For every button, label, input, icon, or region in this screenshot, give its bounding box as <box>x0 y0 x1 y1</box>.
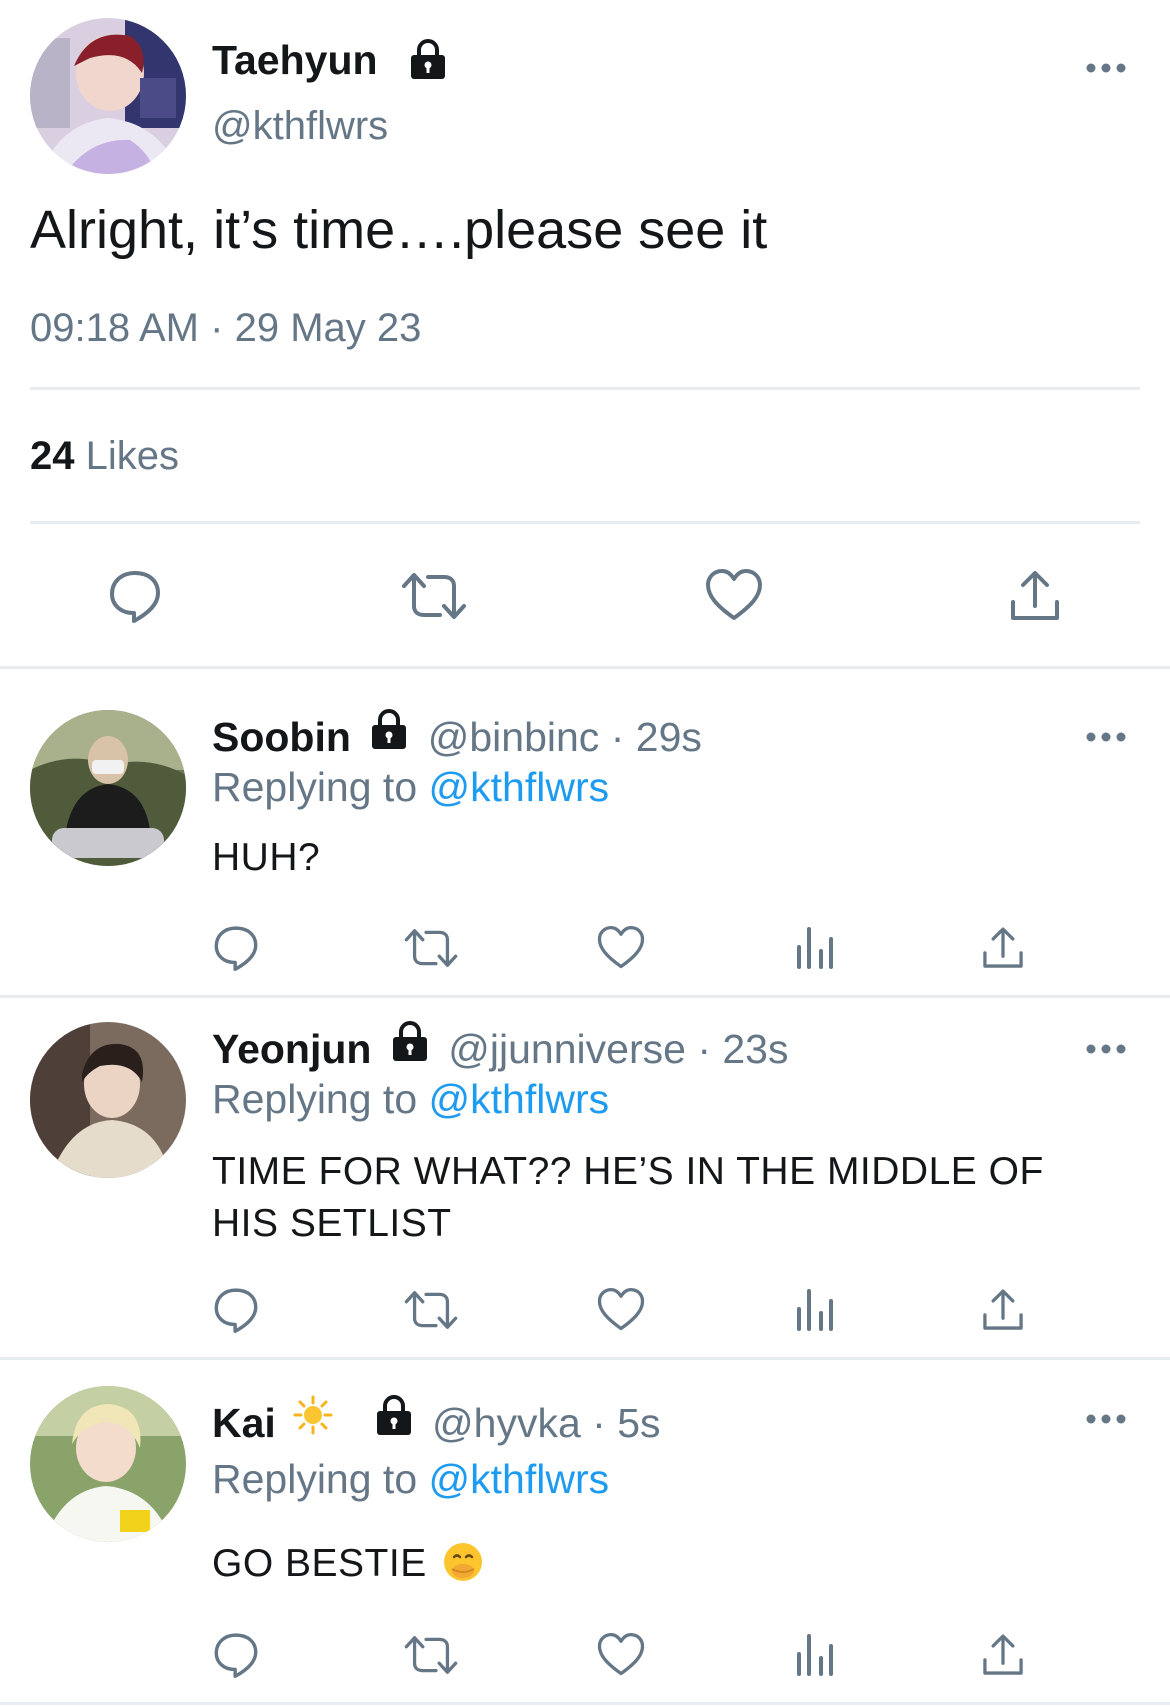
replying-to-link[interactable]: @kthflwrs <box>429 764 610 810</box>
reply-author-handle[interactable]: @hyvka <box>432 1400 581 1446</box>
reply-text: TIME FOR WHAT?? HE’S IN THE MIDDLE OF HI… <box>212 1150 1044 1245</box>
lock-icon <box>368 708 410 760</box>
tweet-text: Alright, it’s time….please see it <box>30 200 768 260</box>
replying-to-link[interactable]: @kthflwrs <box>429 1076 610 1122</box>
section-divider <box>0 666 1170 669</box>
author-name[interactable]: Taehyun <box>212 35 378 85</box>
reply-icon[interactable] <box>212 923 260 976</box>
reply-author-handle[interactable]: @jjunniverse <box>448 1026 686 1072</box>
section-divider <box>0 1702 1170 1705</box>
reply-header: Kai @hyvka · 5s <box>212 1394 661 1452</box>
reply-author-handle[interactable]: @binbinc <box>428 714 600 760</box>
reply-age[interactable]: 29s <box>636 714 702 760</box>
hand-over-mouth-emoji <box>442 1541 484 1583</box>
share-icon[interactable] <box>1007 568 1063 629</box>
heart-icon[interactable] <box>597 1632 645 1682</box>
tweet-timestamp[interactable]: 09:18 AM · 29 May 23 <box>30 304 421 352</box>
share-icon[interactable] <box>980 1632 1026 1683</box>
more-options-icon[interactable] <box>1086 1043 1126 1055</box>
reply-author-name[interactable]: Soobin <box>212 714 351 760</box>
divider <box>30 521 1140 524</box>
analytics-icon[interactable] <box>795 1287 835 1336</box>
divider <box>30 387 1140 390</box>
author-handle[interactable]: @kthflwrs <box>212 102 388 150</box>
lock-icon <box>373 1394 415 1446</box>
retweet-icon[interactable] <box>403 1632 459 1683</box>
reply-author-name[interactable]: Yeonjun <box>212 1026 371 1072</box>
avatar-kai[interactable] <box>30 1386 186 1542</box>
analytics-icon[interactable] <box>795 1632 835 1681</box>
reply-header: Yeonjun @jjunniverse · 23s <box>212 1021 788 1078</box>
more-options-icon[interactable] <box>1086 1413 1126 1425</box>
heart-icon[interactable] <box>597 1287 645 1337</box>
retweet-icon[interactable] <box>400 568 468 629</box>
share-icon[interactable] <box>980 925 1026 976</box>
reply-age[interactable]: 5s <box>617 1400 660 1446</box>
reply-icon[interactable] <box>212 1285 260 1338</box>
retweet-icon[interactable] <box>403 1287 459 1338</box>
lock-icon <box>407 38 449 85</box>
sun-emoji <box>293 1395 333 1445</box>
reply-icon[interactable] <box>212 1630 260 1683</box>
replying-to: Replying to @kthflwrs <box>212 1456 610 1502</box>
avatar-yeonjun[interactable] <box>30 1022 186 1178</box>
reply-text: HUH? <box>212 836 321 879</box>
avatar-soobin[interactable] <box>30 710 186 866</box>
reply-text: GO BESTIE 🤭 <box>212 1538 1092 1590</box>
avatar-taehyun[interactable] <box>30 18 186 174</box>
retweet-icon[interactable] <box>403 925 459 976</box>
reply-author-name[interactable]: Kai <box>212 1400 276 1446</box>
reply-age[interactable]: 23s <box>722 1026 788 1072</box>
replying-to-link[interactable]: @kthflwrs <box>429 1456 610 1502</box>
reply-icon[interactable] <box>107 567 163 628</box>
more-options-icon[interactable] <box>1086 62 1126 74</box>
section-divider <box>0 1357 1170 1360</box>
replying-to: Replying to @kthflwrs <box>212 764 610 810</box>
heart-icon[interactable] <box>597 925 645 975</box>
lock-icon <box>389 1020 431 1072</box>
reply-header: Soobin @binbinc · 29s <box>212 709 702 766</box>
replying-to: Replying to @kthflwrs <box>212 1076 610 1122</box>
likes-count[interactable]: 24 Likes <box>30 432 179 480</box>
more-options-icon[interactable] <box>1086 731 1126 743</box>
share-icon[interactable] <box>980 1287 1026 1338</box>
heart-icon[interactable] <box>705 568 763 627</box>
section-divider <box>0 995 1170 998</box>
analytics-icon[interactable] <box>795 925 835 974</box>
